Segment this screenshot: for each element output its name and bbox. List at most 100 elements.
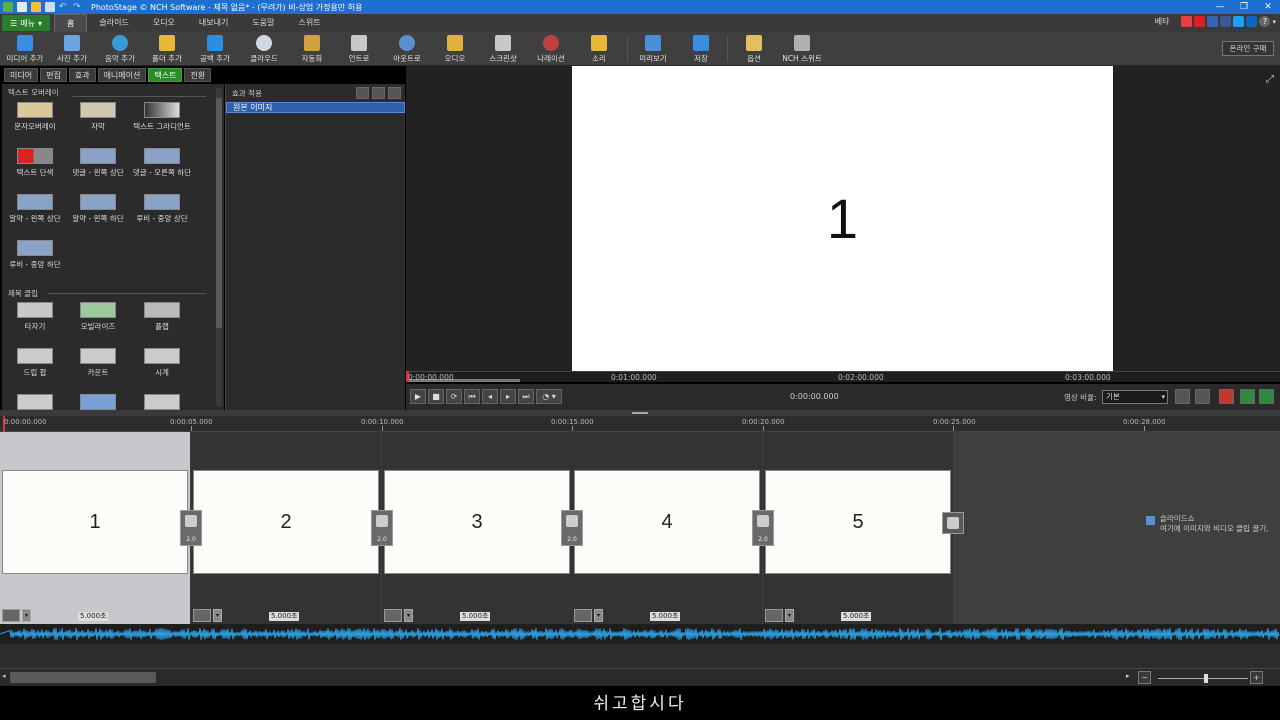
microphone-icon[interactable] (193, 609, 211, 622)
slide-duration[interactable]: 5.000초 (78, 612, 109, 621)
facebook-icon[interactable] (1220, 16, 1232, 27)
linkedin-icon[interactable] (1246, 16, 1258, 27)
tab-home[interactable]: 홈 (54, 14, 88, 32)
beta-label[interactable]: 베타 (1155, 16, 1170, 27)
play-button[interactable]: ▶ (410, 389, 426, 404)
tab-edit[interactable]: 편집 (40, 68, 67, 82)
main-menu-button[interactable]: ☰ 메뉴 ▾ (2, 15, 50, 31)
splitter-grip[interactable] (632, 412, 648, 414)
open-folder-icon[interactable] (31, 2, 41, 12)
tab-audio[interactable]: 오디오 (141, 14, 187, 32)
chevron-down-icon[interactable]: ▾ (785, 609, 794, 622)
stop-button[interactable]: ■ (428, 389, 444, 404)
timeline-slide[interactable]: 1 ▾ 5.000초 (0, 432, 190, 624)
title-clip-item[interactable] (129, 394, 195, 410)
microphone-icon[interactable] (384, 609, 402, 622)
audio-track[interactable] (0, 624, 1280, 644)
chevron-down-icon[interactable]: ▾ (404, 609, 413, 622)
slide-frame[interactable]: 3 (384, 470, 570, 574)
overlay-item[interactable]: 댓글 - 왼쪽 상단 (65, 148, 131, 178)
delete-icon[interactable] (1219, 389, 1234, 404)
buy-online-button[interactable]: 온라인 구매 (1222, 41, 1274, 56)
title-clip-item[interactable]: 카운트 (65, 348, 131, 378)
automate-button[interactable]: 자동화 (287, 35, 337, 64)
chevron-down-icon[interactable]: ▾ (213, 609, 222, 622)
scrollbar-thumb[interactable] (216, 98, 222, 328)
nch-suite-button[interactable]: NCH 스위트 (777, 35, 827, 64)
microphone-icon[interactable] (2, 609, 20, 622)
zoom-in-button[interactable]: + (1250, 671, 1263, 684)
slide-frame[interactable]: 2 (193, 470, 379, 574)
fullscreen-icon[interactable]: ⤢ (1266, 74, 1274, 85)
slide-frame[interactable]: 1 (2, 470, 188, 574)
overlay-item[interactable]: 텍스트 그라디언트 (129, 102, 195, 132)
cloud-button[interactable]: 클라우드 (239, 35, 289, 64)
nch-icon[interactable] (1181, 16, 1193, 27)
tab-animation[interactable]: 애니메이션 (97, 68, 147, 82)
photo-add-button[interactable]: 사진 추가 (47, 35, 97, 64)
speed-dropdown[interactable]: ◔ ▾ (536, 389, 562, 404)
scroll-right-icon[interactable]: ▸ (1126, 672, 1130, 680)
go-end-button[interactable]: ⏭ (518, 389, 534, 404)
go-start-button[interactable]: ⏮ (464, 389, 480, 404)
grid-icon[interactable] (1175, 389, 1190, 404)
chevron-down-icon[interactable]: ▾ (1272, 18, 1276, 26)
overlay-item[interactable]: 알약 - 왼쪽 상단 (2, 194, 68, 224)
tab-export[interactable]: 내보내기 (187, 14, 240, 32)
overlay-item[interactable]: 자막 (65, 102, 131, 132)
slide-frame[interactable]: 5 (765, 470, 951, 574)
narration-button[interactable]: 나레이션 (526, 35, 576, 64)
rotate-left-icon[interactable] (1240, 389, 1255, 404)
folder-add-button[interactable]: 폴더 추가 (142, 35, 192, 64)
tab-text[interactable]: 텍스트 (148, 68, 183, 82)
title-clip-item[interactable]: 타자기 (2, 302, 68, 332)
timeline-slide[interactable]: 4 ▾ 5.000초 (572, 432, 762, 624)
rotate-right-icon[interactable] (1259, 389, 1274, 404)
help-icon[interactable]: ? (1259, 16, 1271, 27)
tab-slide[interactable]: 슬라이드 (87, 14, 140, 32)
save-button[interactable]: 저장 (676, 35, 726, 64)
aspect-ratio-select[interactable]: 기본 ▾ (1102, 390, 1168, 404)
overlay-item[interactable]: 알약 - 왼쪽 하단 (65, 194, 131, 224)
loop-button[interactable]: ⟳ (446, 389, 462, 404)
redo-icon[interactable]: ↷ (73, 2, 83, 12)
zoom-slider-knob[interactable] (1204, 674, 1208, 683)
overlay-item[interactable]: 댓글 - 오른쪽 하단 (129, 148, 195, 178)
slide-duration[interactable]: 5.000초 (269, 612, 300, 621)
zoom-out-button[interactable]: − (1138, 671, 1151, 684)
screenshot-button[interactable]: 스크린샷 (478, 35, 528, 64)
tab-media[interactable]: 미디어 (4, 68, 39, 82)
zoom-slider[interactable] (1158, 674, 1248, 683)
twitter-icon[interactable] (1233, 16, 1245, 27)
crop-icon[interactable] (1195, 389, 1210, 404)
left-panel-scrollbar[interactable] (216, 88, 222, 406)
outro-button[interactable]: 아웃트로 (382, 35, 432, 64)
chevron-down-icon[interactable]: ▾ (22, 609, 31, 622)
transition-marker[interactable]: 2.0 (561, 510, 583, 546)
music-add-button[interactable]: 음악 추가 (95, 35, 145, 64)
media-add-button[interactable]: 미디어 추가 (0, 35, 50, 64)
next-frame-button[interactable]: ▸ (500, 389, 516, 404)
audio-button[interactable]: 오디오 (430, 35, 480, 64)
tab-effects[interactable]: 효과 (68, 68, 96, 82)
overlay-item[interactable]: 루비 - 중앙 상단 (129, 194, 195, 224)
slide-duration[interactable]: 5.000초 (650, 612, 681, 621)
tab-transition[interactable]: 전환 (184, 68, 212, 82)
timeline-ruler[interactable]: 0:00:00.000 0:00:05.000 0:00:10.000 0:00… (0, 416, 1280, 432)
microphone-icon[interactable] (765, 609, 783, 622)
close-icon[interactable] (388, 87, 401, 99)
timeline-slide[interactable]: 3 ▾ 5.000초 (382, 432, 572, 624)
timeline-slide[interactable]: 2 ▾ 5.000초 (191, 432, 381, 624)
intro-button[interactable]: 인트로 (334, 35, 384, 64)
prev-frame-button[interactable]: ◂ (482, 389, 498, 404)
transition-marker[interactable]: 2.0 (752, 510, 774, 546)
like-icon[interactable] (1207, 16, 1219, 27)
transition-marker[interactable]: 2.0 (371, 510, 393, 546)
timeline-scrollbar[interactable]: ◂ ▸ − + (0, 668, 1280, 686)
tab-help[interactable]: 도움말 (240, 14, 286, 32)
title-clip-item[interactable]: 플랩 (129, 302, 195, 332)
maximize-button[interactable]: ❐ (1232, 0, 1256, 14)
effect-row-original[interactable]: 원본 이미지 (226, 102, 405, 113)
chevron-down-icon[interactable]: ▾ (594, 609, 603, 622)
sound-button[interactable]: 소리 (574, 35, 624, 64)
